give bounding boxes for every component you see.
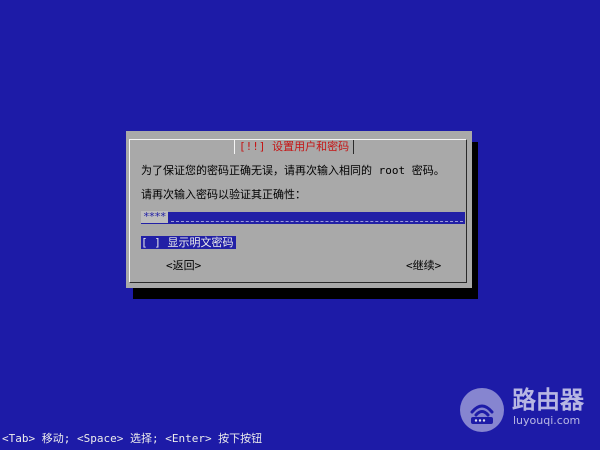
input-underline <box>171 221 463 222</box>
instruction-text: 为了保证您的密码正确无误，请再次输入相同的 root 密码。 <box>141 164 445 177</box>
dialog-title: [!!] 设置用户和密码 <box>234 140 355 154</box>
back-button[interactable]: <返回> <box>166 259 201 273</box>
watermark: 路由器 luyouqi.com <box>460 386 590 432</box>
dialog-frame: [!!] 设置用户和密码 为了保证您的密码正确无误，请再次输入相同的 root … <box>129 139 467 283</box>
show-password-checkbox[interactable]: [ ] 显示明文密码 <box>141 236 236 249</box>
verify-prompt: 请再次输入密码以验证其正确性： <box>141 188 306 201</box>
keyboard-help: <Tab> 移动; <Space> 选择; <Enter> 按下按钮 <box>2 432 263 445</box>
checkbox-icon: [ ] <box>141 236 161 249</box>
password-input[interactable]: **** <box>141 210 465 224</box>
watermark-name: 路由器 <box>512 386 584 414</box>
router-logo-icon <box>460 388 504 432</box>
show-password-label: 显示明文密码 <box>167 236 234 249</box>
watermark-url: luyouqi.com <box>513 414 581 427</box>
password-confirm-dialog: [!!] 设置用户和密码 为了保证您的密码正确无误，请再次输入相同的 root … <box>126 131 472 288</box>
continue-button[interactable]: <继续> <box>406 259 441 273</box>
password-mask: **** <box>141 210 168 223</box>
installer-screen: [!!] 设置用户和密码 为了保证您的密码正确无误，请再次输入相同的 root … <box>0 0 600 450</box>
